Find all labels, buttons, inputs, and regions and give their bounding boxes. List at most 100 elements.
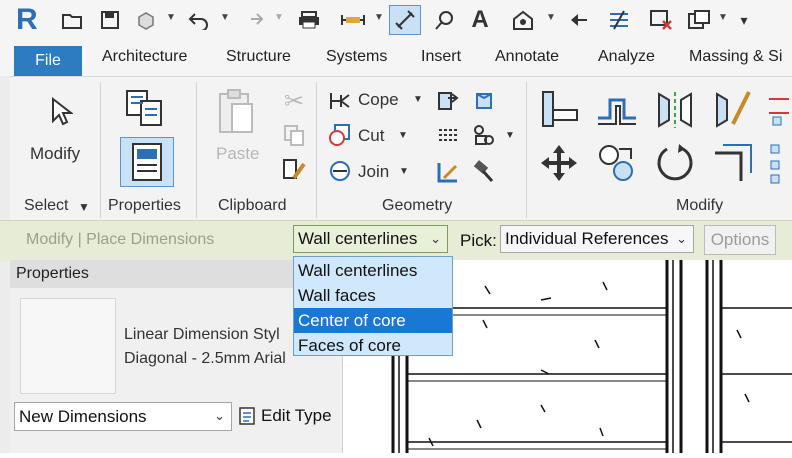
- modify-cursor-icon[interactable]: [40, 92, 80, 132]
- cope-button[interactable]: Cope: [358, 90, 399, 110]
- measure-dropdown-icon[interactable]: ▼: [374, 12, 384, 23]
- properties-panel-label[interactable]: Properties: [108, 197, 181, 215]
- join-dropdown-icon[interactable]: ▼: [399, 166, 409, 177]
- app-logo[interactable]: R: [16, 3, 44, 37]
- section-icon[interactable]: [564, 6, 592, 34]
- save-icon[interactable]: [96, 6, 124, 34]
- modify-panel-label[interactable]: Modify: [676, 197, 723, 215]
- redo-dropdown-icon[interactable]: ▼: [274, 12, 284, 23]
- dimension-reference-value: Wall centerlines: [298, 229, 418, 248]
- thin-lines-icon[interactable]: [604, 6, 634, 34]
- rotate-icon[interactable]: [650, 138, 700, 188]
- chevron-down-icon: ⌄: [672, 231, 687, 247]
- mirror-draw-axis-icon[interactable]: [708, 86, 758, 132]
- tag-icon[interactable]: [430, 6, 458, 34]
- chevron-down-icon: ⌄: [214, 408, 225, 423]
- sync-dropdown-icon[interactable]: ▼: [166, 12, 176, 23]
- edit-type-icon: [239, 407, 255, 425]
- left-edge-strip: [0, 76, 10, 453]
- join-icon[interactable]: [326, 158, 354, 184]
- wall-joins-icon[interactable]: [434, 88, 462, 114]
- pick-value: Individual References: [505, 229, 669, 248]
- edit-type-label: Edit Type: [261, 406, 332, 425]
- pick-combo[interactable]: Individual References ⌄: [500, 225, 694, 253]
- trim-extend-icon[interactable]: [708, 138, 758, 188]
- sync-icon[interactable]: [132, 6, 160, 34]
- switch-windows-dropdown-icon[interactable]: ▼: [718, 12, 728, 23]
- dropdown-option-wall-faces[interactable]: Wall faces: [294, 283, 452, 308]
- tab-file[interactable]: File: [14, 46, 82, 76]
- paint-icon[interactable]: [470, 88, 498, 114]
- move-icon[interactable]: [534, 138, 584, 188]
- instance-filter-value: New Dimensions: [19, 406, 147, 426]
- context-label: Modify | Place Dimensions: [26, 231, 215, 248]
- edit-type-button[interactable]: Edit Type: [238, 402, 338, 430]
- demolish-icon[interactable]: [470, 122, 500, 148]
- match-type-icon[interactable]: [280, 156, 308, 184]
- dropdown-option-wall-centerlines[interactable]: Wall centerlines: [294, 258, 452, 283]
- offset-icon[interactable]: [592, 86, 642, 132]
- close-hidden-icon[interactable]: [646, 6, 676, 34]
- edit-profile-icon[interactable]: [434, 158, 462, 186]
- tab-structure[interactable]: Structure: [226, 48, 291, 66]
- select-panel-label[interactable]: Select: [24, 197, 68, 215]
- type-preview-image: [20, 298, 116, 394]
- 3d-view-dropdown-icon[interactable]: ▼: [546, 12, 556, 23]
- print-icon[interactable]: [294, 6, 324, 34]
- cope-dropdown-icon[interactable]: ▼: [413, 94, 423, 105]
- demolish-dropdown-icon[interactable]: ▼: [505, 130, 515, 141]
- tab-annotate[interactable]: Annotate: [495, 48, 559, 66]
- separator: [316, 82, 317, 218]
- type-properties-icon[interactable]: [122, 86, 166, 130]
- 3d-view-icon[interactable]: [508, 6, 538, 34]
- geometry-panel-label[interactable]: Geometry: [382, 197, 452, 215]
- separator: [100, 82, 101, 218]
- cut-geometry-icon[interactable]: [326, 122, 354, 148]
- split-element-icon[interactable]: [766, 90, 792, 130]
- switch-windows-icon[interactable]: [684, 6, 714, 34]
- cope-icon[interactable]: [326, 88, 354, 114]
- tab-analyze[interactable]: Analyze: [598, 48, 655, 66]
- clipboard-panel-label[interactable]: Clipboard: [218, 197, 286, 215]
- dropdown-option-faces-of-core[interactable]: Faces of core: [294, 333, 452, 358]
- select-dropdown-icon[interactable]: ▼: [78, 200, 90, 214]
- separator: [526, 82, 527, 218]
- join-button[interactable]: Join: [358, 162, 389, 182]
- measure-icon[interactable]: [338, 6, 368, 34]
- split-face-icon[interactable]: [434, 122, 462, 148]
- separator: [196, 82, 197, 218]
- paste-button[interactable]: Paste: [216, 144, 259, 164]
- tab-systems[interactable]: Systems: [326, 48, 387, 66]
- align-icon[interactable]: [534, 86, 584, 132]
- copy-element-icon[interactable]: [592, 138, 642, 188]
- hammer-icon[interactable]: [470, 158, 498, 186]
- dropdown-option-center-of-core[interactable]: Center of core: [294, 308, 452, 333]
- open-icon[interactable]: [58, 6, 88, 34]
- tab-insert[interactable]: Insert: [421, 48, 461, 66]
- dimension-reference-combo[interactable]: Wall centerlines ⌄: [293, 225, 448, 253]
- copy-icon[interactable]: [280, 122, 308, 148]
- undo-icon[interactable]: [184, 6, 214, 34]
- undo-dropdown-icon[interactable]: ▼: [220, 12, 230, 23]
- customize-icon[interactable]: ▾: [734, 6, 754, 34]
- dimension-reference-dropdown: Wall centerlines Wall faces Center of co…: [293, 256, 453, 356]
- options-button[interactable]: Options: [704, 225, 776, 255]
- redo-icon[interactable]: [238, 6, 268, 34]
- chevron-down-icon: ⌄: [430, 231, 441, 246]
- quick-access-toolbar: R ▼ ▼ ▼ ▼ A ▼ ▼ ▾: [0, 0, 792, 42]
- cut-dropdown-icon[interactable]: ▼: [398, 130, 408, 141]
- properties-title-text: Properties: [16, 265, 89, 282]
- cut-button[interactable]: Cut: [358, 126, 384, 146]
- instance-filter-combo[interactable]: New Dimensions ⌄: [14, 402, 232, 431]
- mirror-pick-axis-icon[interactable]: [650, 86, 700, 132]
- aligned-dimension-icon[interactable]: [389, 5, 421, 35]
- cut-clipboard-icon[interactable]: ✂: [280, 88, 308, 115]
- pick-label: Pick:: [460, 231, 497, 250]
- tab-massing[interactable]: Massing & Si: [689, 48, 782, 66]
- paste-icon[interactable]: [212, 86, 260, 140]
- text-icon[interactable]: A: [466, 6, 494, 34]
- tab-architecture[interactable]: Architecture: [102, 48, 187, 66]
- array-icon[interactable]: [766, 140, 792, 186]
- properties-icon[interactable]: [120, 137, 174, 187]
- modify-button[interactable]: Modify: [30, 144, 80, 164]
